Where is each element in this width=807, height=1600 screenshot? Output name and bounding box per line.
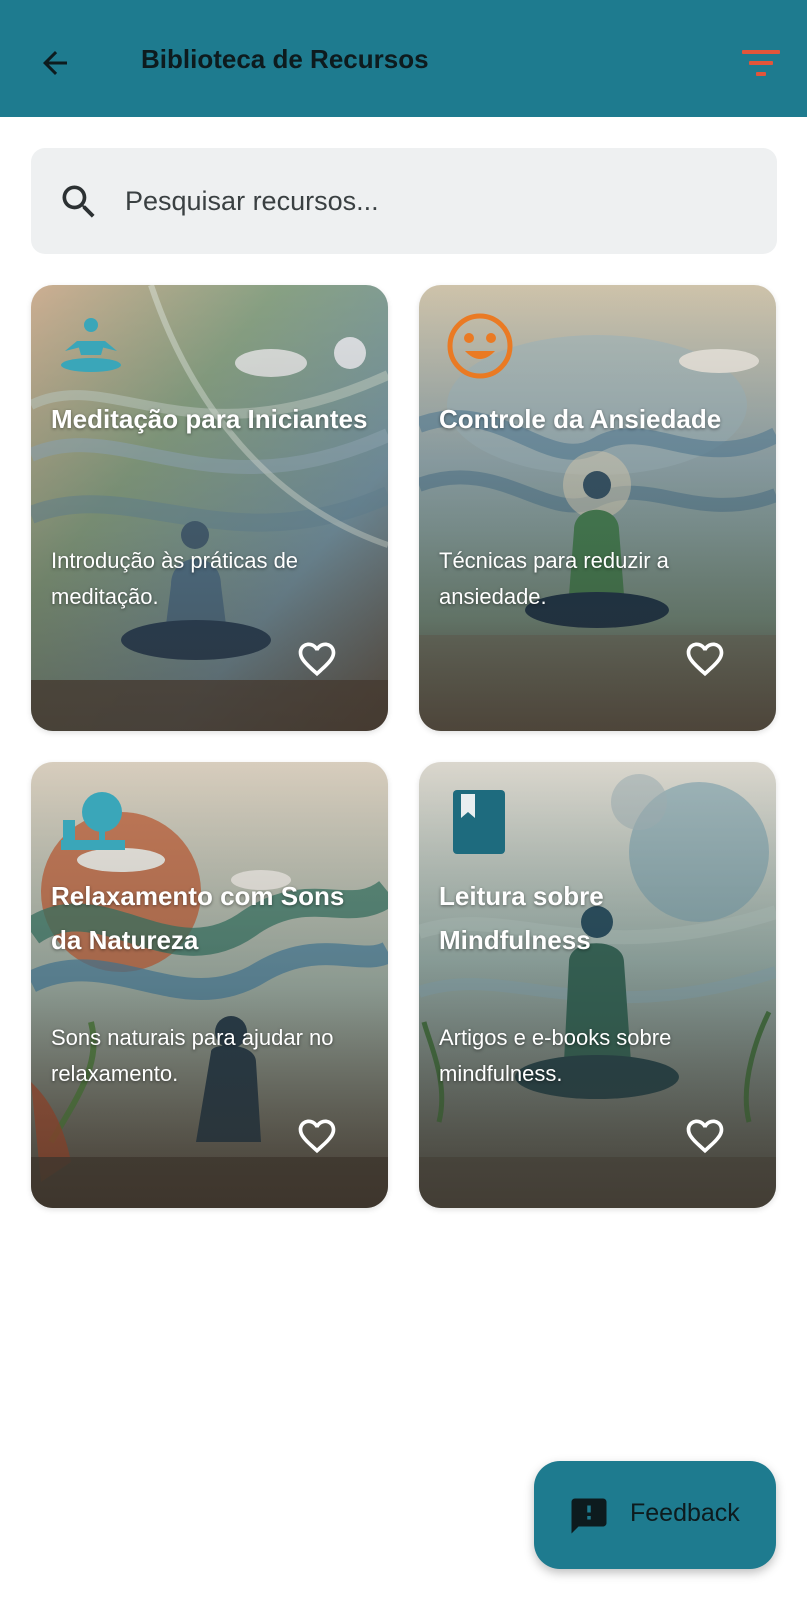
card-description: Artigos e e-books sobre mindfulness. — [439, 1025, 672, 1086]
card-title: Meditação para Iniciantes — [51, 404, 368, 434]
back-button[interactable] — [30, 38, 80, 88]
feedback-icon — [571, 1498, 607, 1534]
arrow-back-icon — [43, 51, 67, 75]
smiley-face-icon — [447, 313, 513, 379]
meditation-person-icon — [61, 318, 121, 372]
heart-icon[interactable] — [681, 1114, 729, 1158]
card-title: Leitura sobre Mindfulness — [439, 881, 604, 955]
card-title: Relaxamento com Sons da Natureza — [51, 881, 345, 955]
filter-icon — [742, 50, 780, 76]
app-bar: Biblioteca de Recursos — [0, 0, 807, 117]
search-input[interactable] — [125, 176, 745, 226]
heart-icon[interactable] — [293, 1114, 341, 1158]
card-description: Introdução às práticas de meditação. — [51, 548, 299, 609]
card-description: Técnicas para reduzir a ansiedade. — [439, 548, 669, 609]
card-title: Controle da Ansiedade — [439, 404, 722, 434]
filter-button[interactable] — [736, 40, 786, 86]
heart-icon[interactable] — [681, 637, 729, 681]
feedback-button[interactable]: Feedback — [534, 1461, 776, 1569]
search-icon — [62, 185, 95, 218]
resource-card-anxiety[interactable]: Controle da Ansiedade Técnicas para redu… — [419, 285, 776, 731]
resource-card-mindfulness[interactable]: Leitura sobre Mindfulness Artigos e e-bo… — [419, 762, 776, 1208]
card-description: Sons naturais para ajudar no relaxamento… — [51, 1025, 334, 1086]
nature-tree-icon — [61, 792, 125, 850]
resource-card-meditation[interactable]: Meditação para Iniciantes Introdução às … — [31, 285, 388, 731]
page-title: Biblioteca de Recursos — [141, 44, 429, 74]
search-bar[interactable] — [31, 148, 777, 254]
heart-icon[interactable] — [293, 637, 341, 681]
resource-card-nature-sounds[interactable]: Relaxamento com Sons da Natureza Sons na… — [31, 762, 388, 1208]
feedback-label: Feedback — [630, 1499, 740, 1527]
book-icon — [453, 790, 505, 854]
